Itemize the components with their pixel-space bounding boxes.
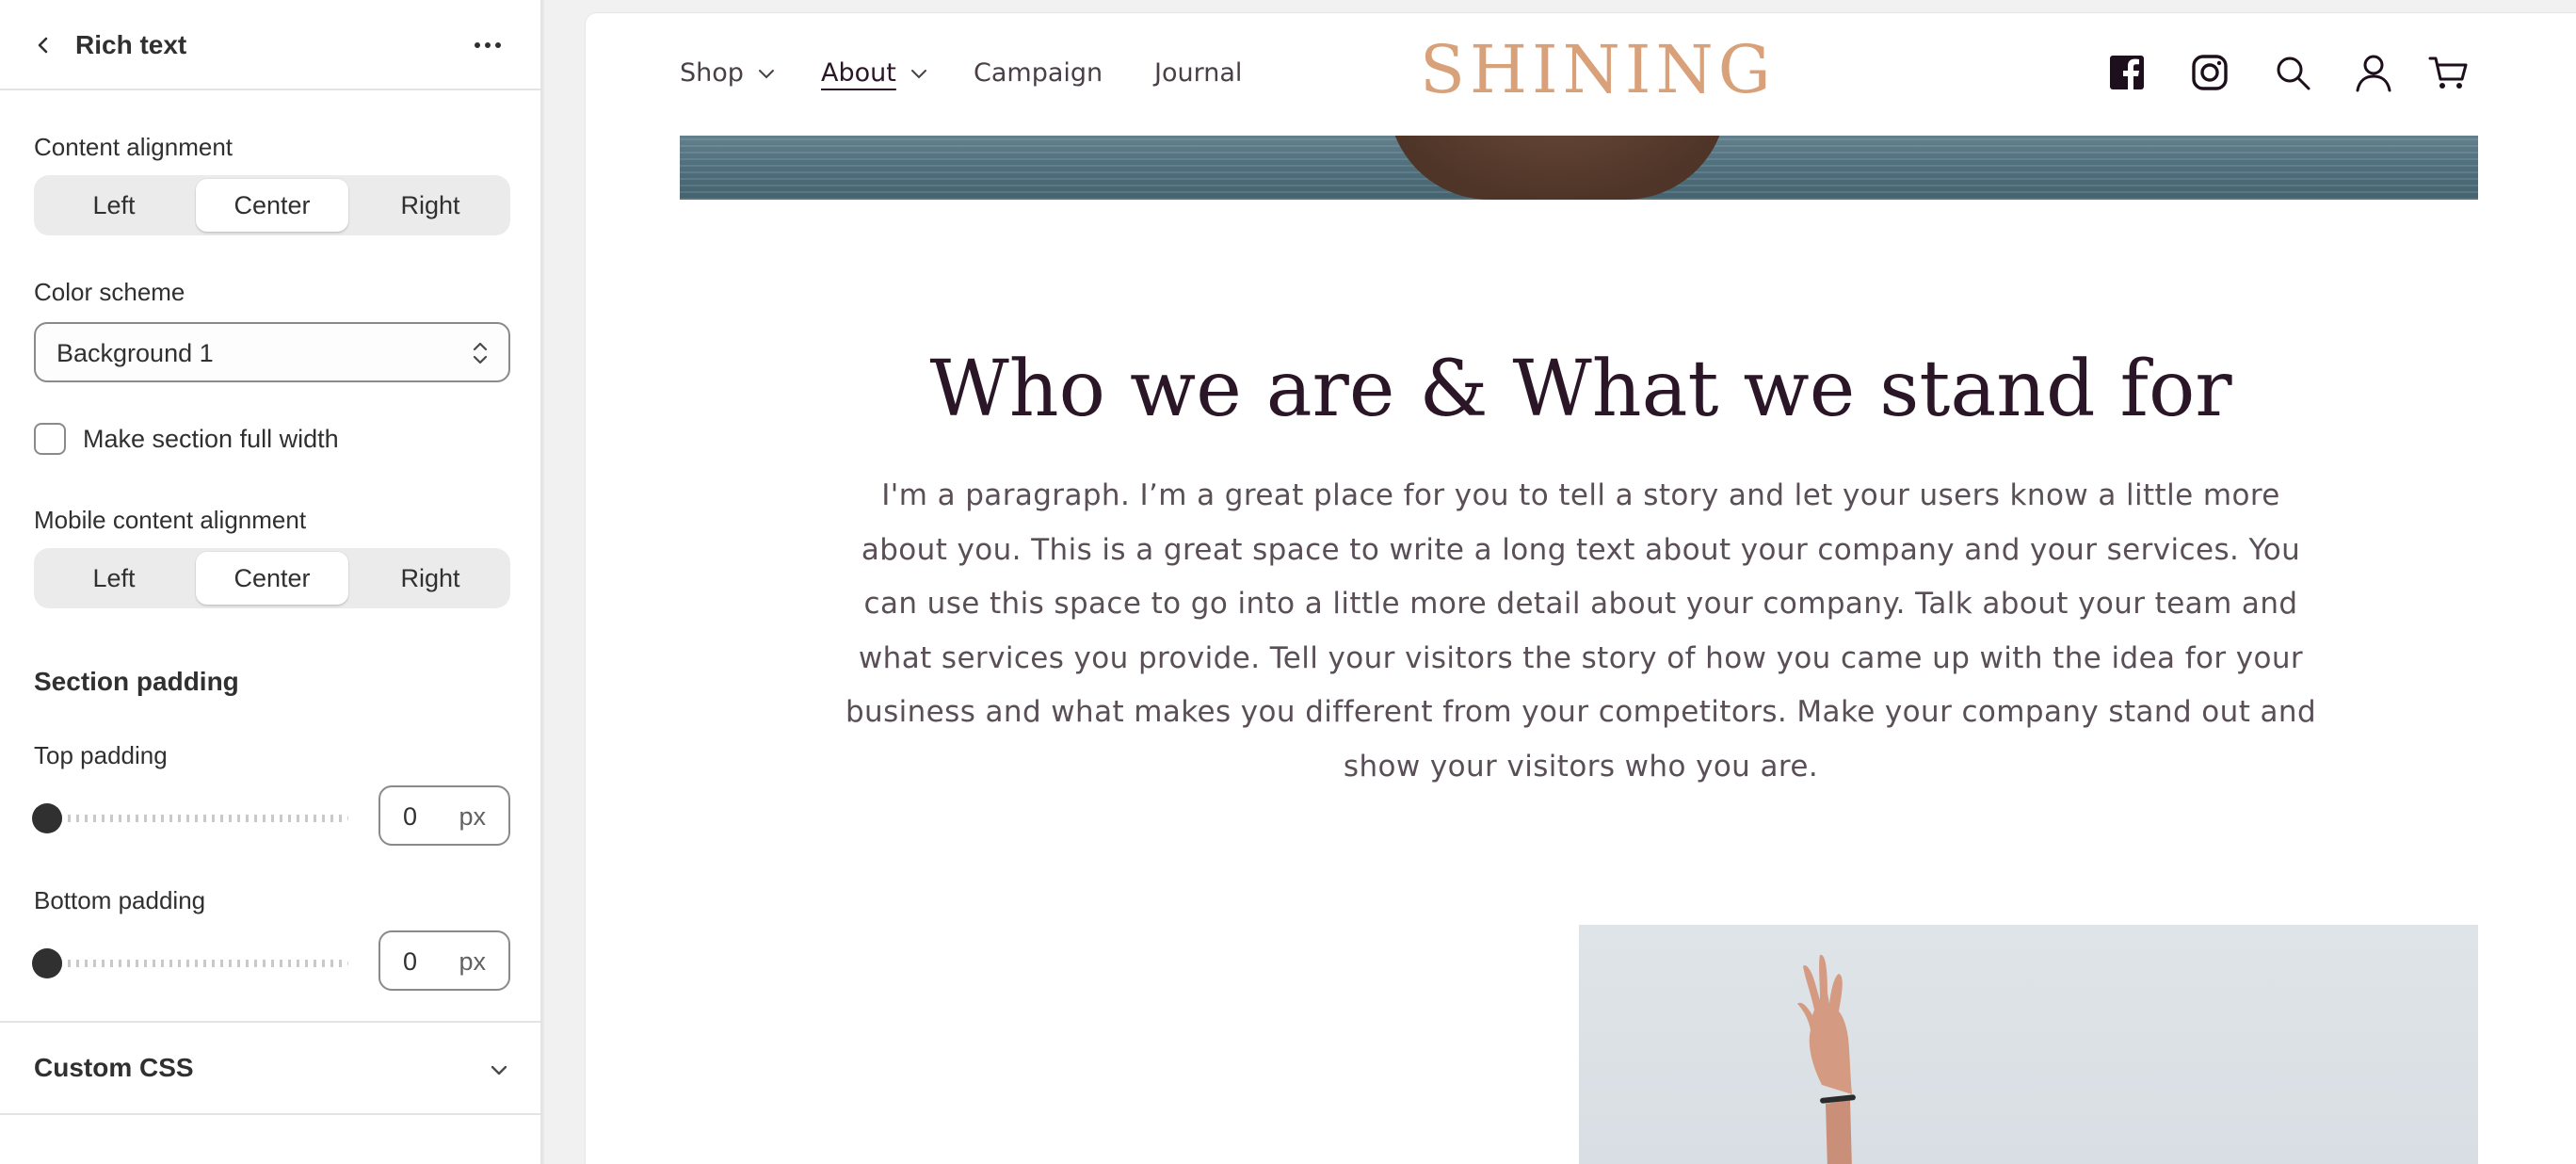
custom-css-label: Custom CSS	[34, 1053, 194, 1082]
content-alignment-left[interactable]: Left	[38, 179, 190, 232]
top-padding-value: 0	[403, 802, 418, 831]
top-padding-slider[interactable]	[32, 803, 348, 833]
divider	[0, 1113, 540, 1115]
store-logo[interactable]: SHINING	[1420, 31, 1776, 108]
hand-photo	[1579, 925, 2478, 1164]
top-padding-slider-thumb[interactable]	[32, 803, 62, 833]
cart-icon[interactable]	[2427, 51, 2471, 94]
logo-text: SHINING	[1420, 31, 1776, 108]
store-preview: Shop About Campaign Journal SHINING Who …	[586, 13, 2576, 1164]
chevron-down-icon	[910, 70, 926, 79]
color-scheme-select[interactable]: Background 1	[34, 322, 510, 382]
nav-campaign[interactable]: Campaign	[974, 57, 1103, 90]
custom-css-toggle[interactable]: Custom CSS	[0, 1023, 540, 1113]
rich-text-body: I'm a paragraph. I’m a great place for y…	[845, 478, 2317, 784]
nav-journal[interactable]: Journal	[1154, 57, 1242, 90]
settings-panel: Rich text Content alignment Left Center …	[0, 0, 542, 1164]
hero-image	[680, 136, 2478, 200]
more-dot-icon	[485, 42, 491, 48]
bottom-padding-slider[interactable]	[32, 948, 348, 978]
full-width-checkbox-row[interactable]: Make section full width	[34, 422, 339, 456]
back-button[interactable]	[26, 28, 60, 62]
bottom-padding-value: 0	[403, 947, 418, 976]
color-scheme-label: Color scheme	[34, 278, 185, 306]
more-dot-icon	[475, 42, 480, 48]
content-alignment-center[interactable]: Center	[196, 179, 348, 232]
section-padding-heading: Section padding	[34, 667, 239, 696]
more-dot-icon	[495, 42, 501, 48]
nav-campaign-label: Campaign	[974, 58, 1103, 88]
nav-about[interactable]: About	[821, 57, 928, 90]
bottom-padding-label: Bottom padding	[34, 886, 206, 914]
nav-shop[interactable]: Shop	[680, 57, 776, 90]
full-width-label: Make section full width	[83, 424, 339, 453]
bottom-padding-slider-thumb[interactable]	[32, 948, 62, 978]
mobile-alignment-label: Mobile content alignment	[34, 506, 307, 534]
raised-hand-illustration	[1797, 954, 1856, 1164]
panel-header: Rich text	[0, 0, 540, 90]
mobile-alignment-control: Left Center Right	[34, 548, 510, 608]
search-icon[interactable]	[2271, 51, 2314, 94]
panel-title: Rich text	[75, 30, 187, 59]
more-options-button[interactable]	[467, 26, 508, 64]
mobile-alignment-left[interactable]: Left	[38, 552, 190, 605]
mobile-alignment-center[interactable]: Center	[196, 552, 348, 605]
bottom-padding-unit: px	[459, 947, 486, 976]
mobile-alignment-right[interactable]: Right	[354, 552, 507, 605]
top-padding-label: Top padding	[34, 741, 168, 769]
select-caret-icon	[473, 342, 488, 364]
preview-gutter	[542, 0, 567, 1164]
nav-shop-label: Shop	[680, 58, 744, 88]
bottom-padding-input[interactable]: 0 px	[378, 930, 510, 991]
rich-text-heading: Who we are & What we stand for	[929, 345, 2232, 434]
full-width-checkbox[interactable]	[34, 423, 66, 455]
store-header: Shop About Campaign Journal SHINING	[586, 13, 2576, 136]
color-scheme-value: Background 1	[56, 339, 214, 367]
instagram-icon[interactable]	[2188, 51, 2231, 94]
top-padding-unit: px	[459, 802, 486, 831]
nav-about-label: About	[821, 58, 896, 88]
chevron-left-icon	[38, 37, 48, 54]
facebook-icon[interactable]	[2105, 51, 2149, 94]
top-padding-input[interactable]: 0 px	[378, 785, 510, 846]
chevron-down-icon	[758, 70, 774, 79]
content-alignment-label: Content alignment	[34, 133, 233, 161]
nav-journal-label: Journal	[1154, 58, 1243, 88]
chevron-down-icon	[491, 1065, 507, 1075]
content-alignment-control: Left Center Right	[34, 175, 510, 235]
content-alignment-right[interactable]: Right	[354, 179, 507, 232]
account-icon[interactable]	[2352, 51, 2395, 94]
